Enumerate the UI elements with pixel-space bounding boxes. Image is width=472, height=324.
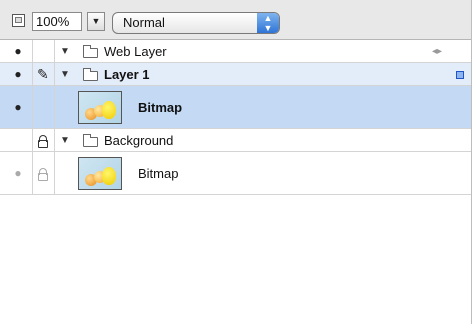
object-row-bitmap[interactable]: ● Bitmap — [0, 86, 472, 129]
disclosure-triangle-icon[interactable]: ▼ — [60, 69, 70, 81]
thumbnail-chick — [102, 101, 116, 119]
layer-name[interactable]: Web Layer — [104, 44, 167, 59]
bitmap-thumbnail — [78, 91, 122, 124]
thumbnail-chick — [102, 167, 116, 185]
lock-icon[interactable] — [38, 135, 48, 148]
layers-panel: 100% ▼ Normal ▲ ▼ ● ▼ Web Layer ◂▸ ● ✎ ▼ … — [0, 0, 472, 324]
column-divider — [32, 40, 33, 62]
folder-icon — [83, 134, 98, 147]
layers-list: ● ▼ Web Layer ◂▸ ● ✎ ▼ Layer 1 ● Bitmap … — [0, 40, 472, 195]
column-divider — [54, 63, 55, 85]
eye-icon[interactable]: ● — [9, 101, 27, 113]
column-divider — [32, 129, 33, 151]
disclosure-triangle-icon[interactable]: ▼ — [60, 135, 70, 147]
eye-icon[interactable]: ● — [9, 68, 27, 80]
column-divider — [32, 86, 33, 128]
column-divider — [54, 86, 55, 128]
column-divider — [54, 152, 55, 194]
layer-name[interactable]: Background — [104, 133, 173, 148]
bitmap-thumbnail — [78, 157, 122, 190]
layer-row-layer-1[interactable]: ● ✎ ▼ Layer 1 — [0, 63, 472, 86]
object-name[interactable]: Bitmap — [138, 100, 182, 115]
object-row-bitmap[interactable]: ● Bitmap — [0, 152, 472, 195]
layer-name[interactable]: Layer 1 — [104, 67, 150, 82]
layer-row-web-layer[interactable]: ● ▼ Web Layer ◂▸ — [0, 40, 472, 63]
web-layer-icon: ◂▸ — [431, 46, 442, 57]
opacity-field[interactable]: 100% — [32, 12, 82, 31]
layers-toolbar: 100% ▼ Normal ▲ ▼ — [0, 0, 472, 40]
blend-mode-label: Normal — [123, 15, 165, 30]
up-down-arrows-icon[interactable]: ▲ ▼ — [257, 13, 279, 33]
column-divider — [32, 63, 33, 85]
opacity-dropdown-button[interactable]: ▼ — [87, 12, 105, 31]
layer-options-icon[interactable] — [12, 14, 25, 27]
pencil-icon: ✎ — [37, 66, 49, 82]
lock-icon[interactable] — [38, 168, 48, 181]
column-divider — [54, 40, 55, 62]
layer-row-background[interactable]: ▼ Background — [0, 129, 472, 152]
column-divider — [54, 129, 55, 151]
column-divider — [32, 152, 33, 194]
folder-icon — [83, 45, 98, 58]
eye-icon[interactable]: ● — [9, 167, 27, 179]
object-name[interactable]: Bitmap — [138, 166, 178, 181]
blend-mode-select[interactable]: Normal ▲ ▼ — [112, 12, 280, 34]
disclosure-triangle-icon[interactable]: ▼ — [60, 46, 70, 58]
selection-indicator-icon — [456, 71, 464, 79]
folder-icon — [83, 68, 98, 81]
eye-icon[interactable]: ● — [9, 45, 27, 57]
